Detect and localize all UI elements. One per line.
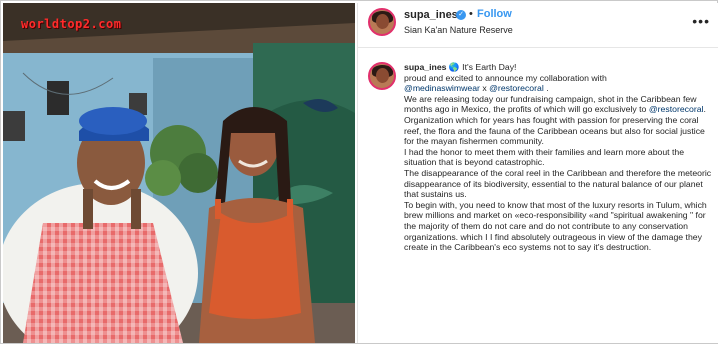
post-details-panel: supa_ines ✓ • Follow Sian Ka'an Nature R… [357,3,718,343]
caption-avatar[interactable] [368,62,396,90]
avatar-face [376,14,389,29]
post-frame: worldtop2.com supa_ines ✓ • Follow Sian … [0,0,718,344]
follow-button[interactable]: Follow [477,8,512,20]
caption-line3-end: . [543,83,549,94]
verified-badge-icon: ✓ [456,10,466,20]
caption-username[interactable]: supa_ines [404,62,447,72]
photo-illustration [3,3,355,343]
earth-emoji-icon: 🌎 [448,62,460,72]
header-separator: • [469,8,473,20]
post-photo[interactable]: worldtop2.com [3,3,355,343]
author-username[interactable]: supa_ines [404,9,458,21]
caption-p4: To begin with, you need to know that mos… [404,199,707,253]
caption-x: x [479,83,490,94]
caption-line2: proud and excited to announce my collabo… [404,72,607,83]
caption-line1: It's Earth Day! [462,62,517,72]
caption-p3: The disappearance of the coral reel in t… [404,167,712,200]
post-location[interactable]: Sian Ka'an Nature Reserve [404,25,513,35]
caption-p2: I had the honor to meet them with their … [404,146,685,168]
mention-medinaswimwear[interactable]: @medinaswimwear [404,83,480,93]
more-options-icon[interactable]: ••• [692,13,710,29]
mention-restorecoral[interactable]: @restorecoral [489,83,544,93]
post-header: supa_ines ✓ • Follow Sian Ka'an Nature R… [358,3,718,48]
author-avatar[interactable] [368,8,396,36]
avatar-face [376,68,389,83]
watermark-text: worldtop2.com [21,17,122,31]
mention-restorecoral-2[interactable]: @restorecoral [649,104,704,114]
post-caption: supa_ines 🌎 It's Earth Day! proud and ex… [404,62,712,253]
